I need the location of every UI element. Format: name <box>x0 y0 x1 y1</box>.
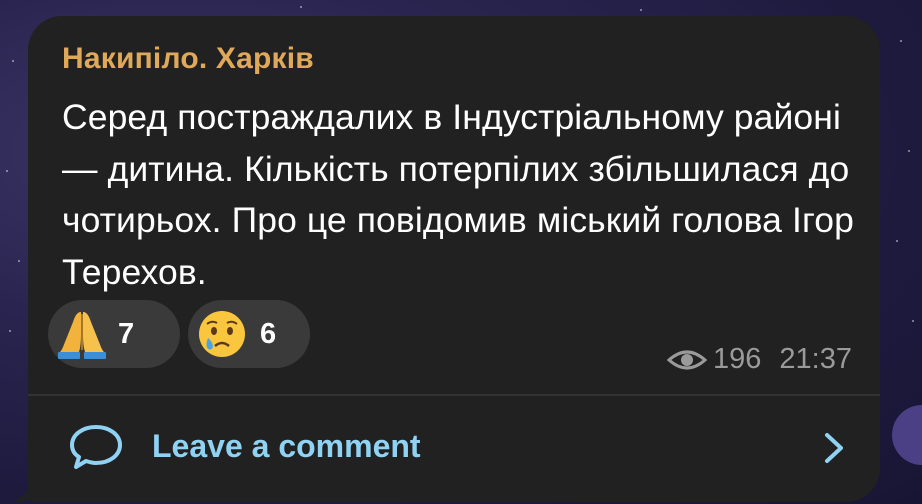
background-star <box>912 320 914 322</box>
leave-comment-button[interactable]: Leave a comment <box>28 398 880 498</box>
reaction-count: 6 <box>260 317 277 350</box>
reaction-folded-hands[interactable]: 7 <box>48 300 180 368</box>
eye-icon <box>667 350 708 369</box>
background-star <box>9 330 11 332</box>
leave-comment-label: Leave a comment <box>152 428 421 464</box>
background-star <box>6 170 8 172</box>
reaction-crying-face[interactable]: 6 <box>188 300 310 368</box>
background-star <box>908 150 910 152</box>
crying-face-icon <box>199 311 245 357</box>
post-time: 21:37 <box>779 343 852 375</box>
channel-post-bubble: Накипіло. Харків Серед постраждалих в Ін… <box>28 16 880 502</box>
channel-name[interactable]: Накипіло. Харків <box>62 42 314 76</box>
background-star <box>900 40 902 42</box>
post-meta: 196 21:37 <box>667 343 852 376</box>
folded-hands-icon <box>58 312 106 359</box>
post-text: Серед постраждалих в Індустріальному рай… <box>62 97 854 292</box>
background-star <box>12 60 14 62</box>
divider <box>28 394 880 396</box>
comment-bubble-icon <box>70 425 122 469</box>
background-star <box>640 9 642 11</box>
reaction-count: 7 <box>118 317 135 350</box>
background-star <box>300 6 302 8</box>
background-decoration <box>892 405 922 465</box>
background-star <box>896 240 898 242</box>
background-star <box>18 260 20 262</box>
view-count: 196 <box>713 343 762 375</box>
chevron-right-icon <box>825 433 843 463</box>
